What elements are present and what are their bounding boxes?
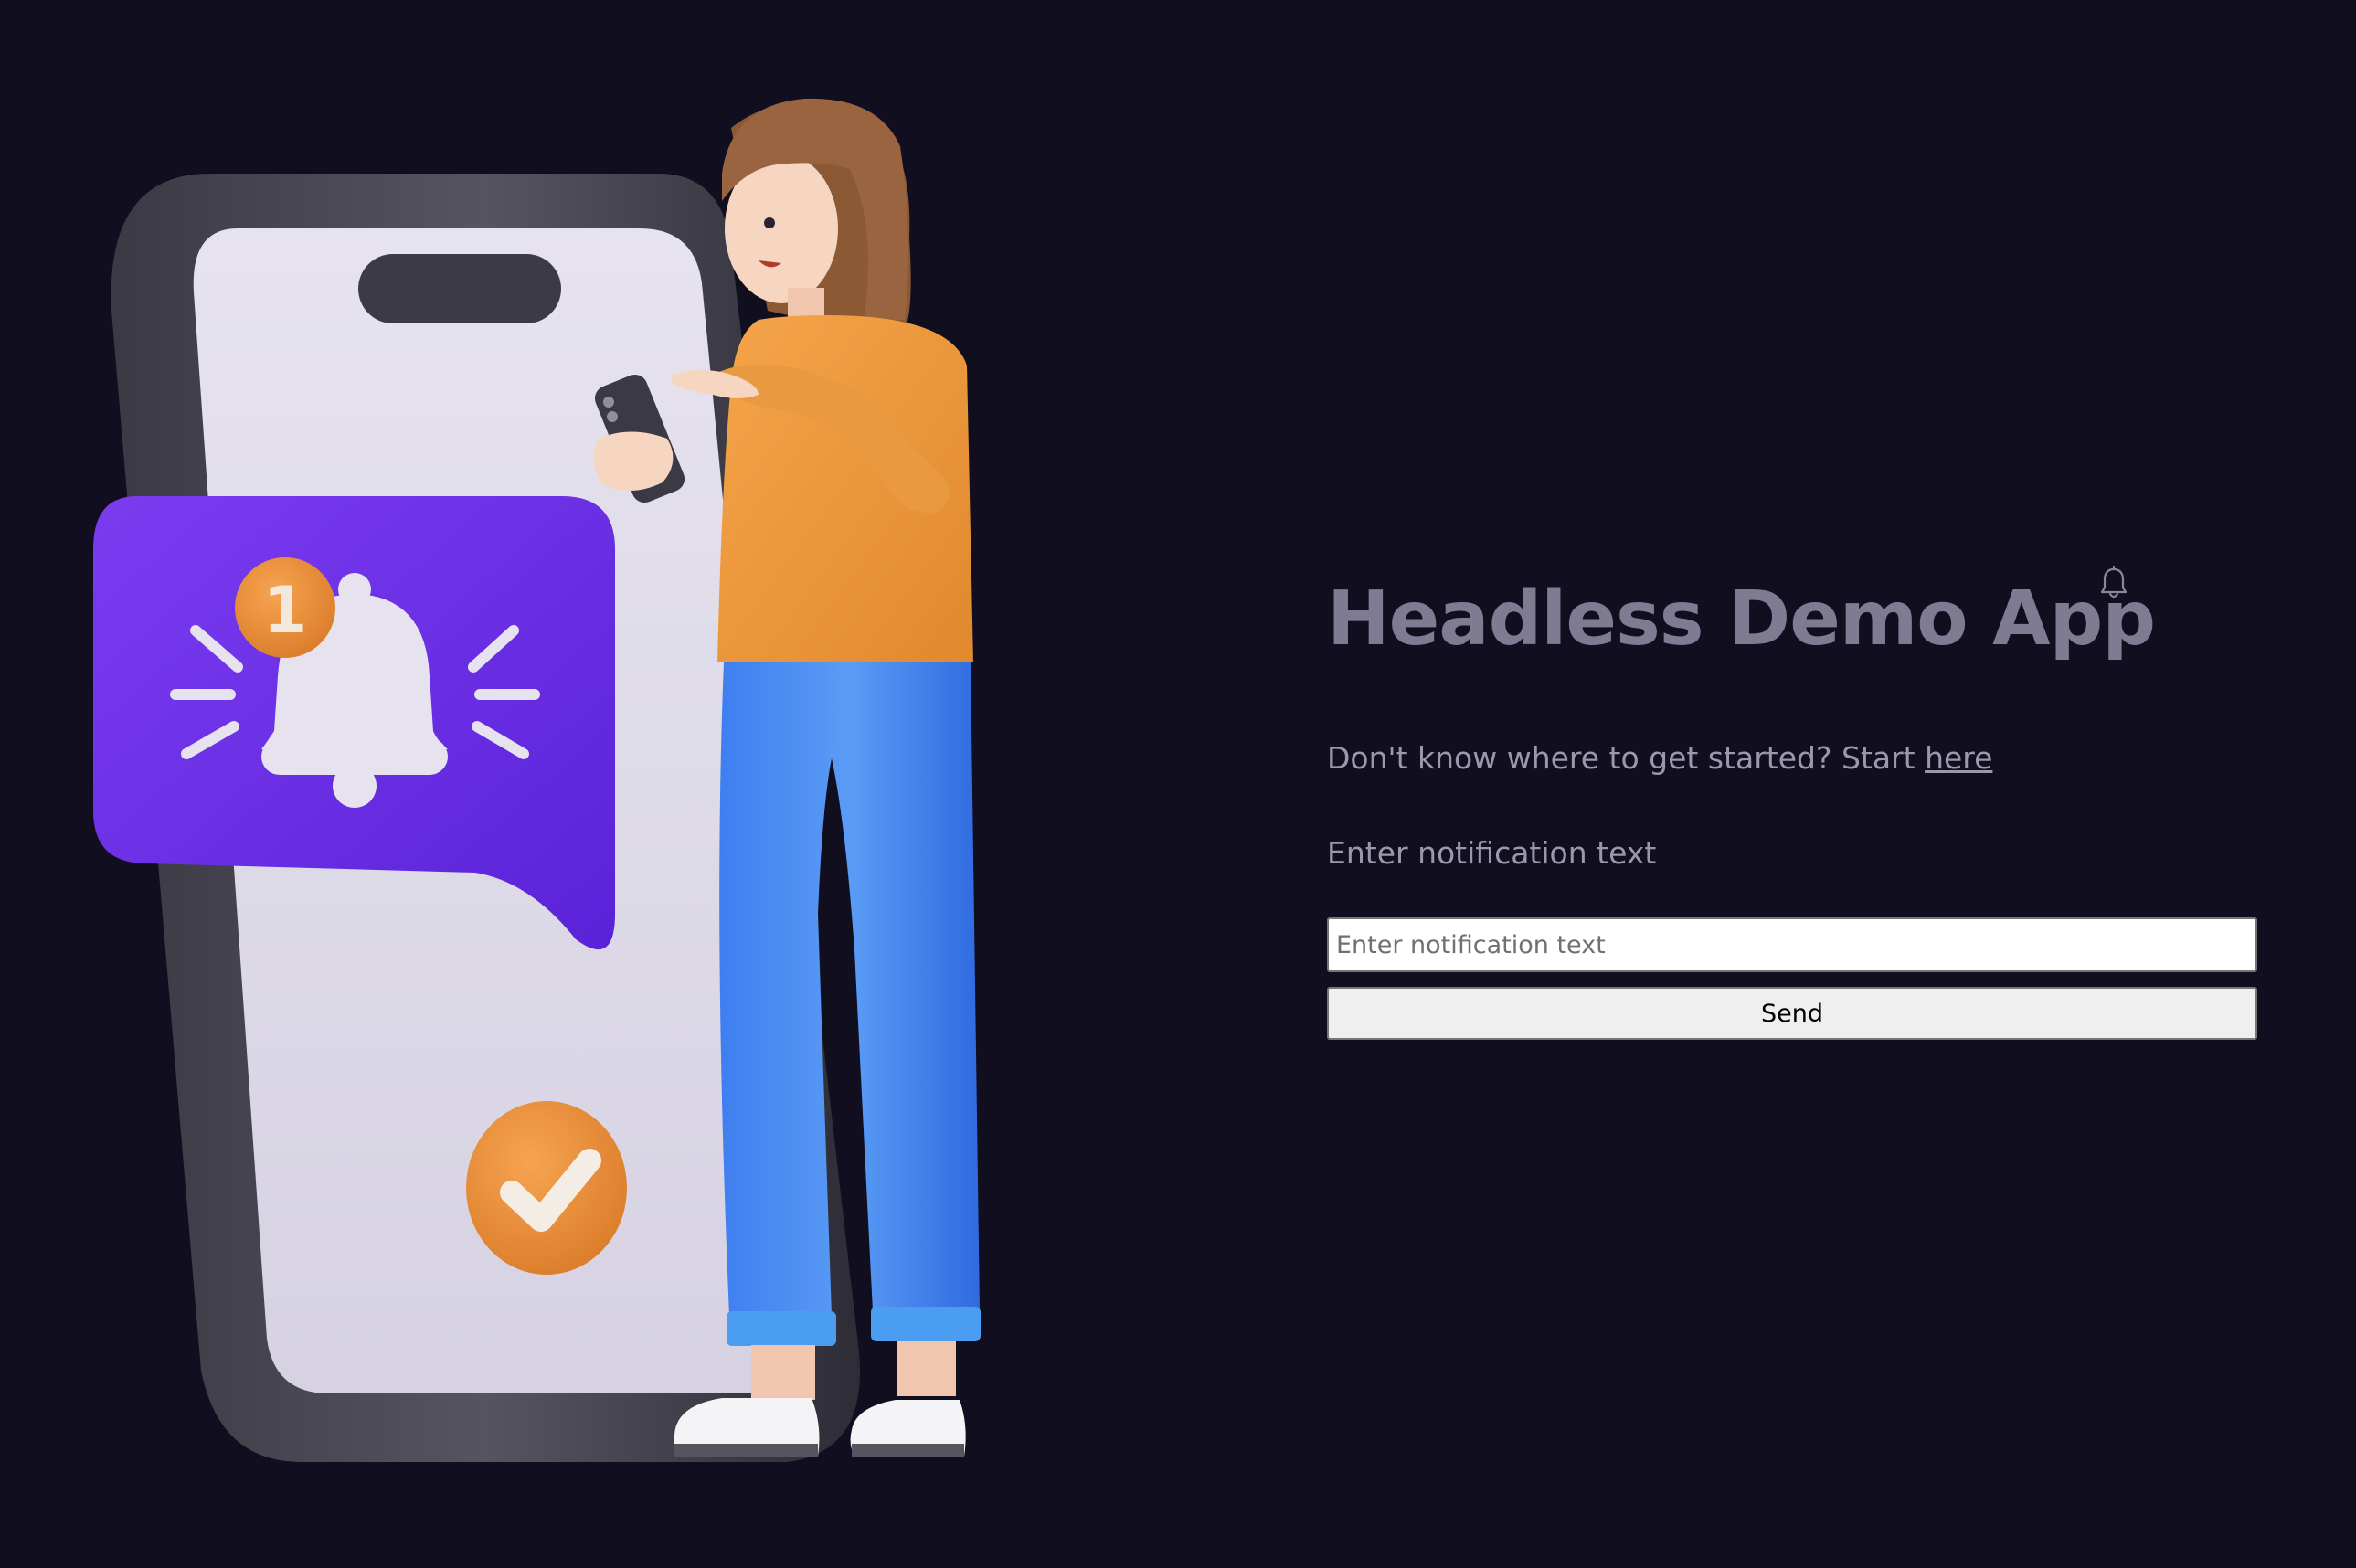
intro-prefix: Don't know where to get started? Start (1327, 740, 1926, 776)
page-title: Headless Demo App (1327, 576, 2156, 662)
hero-illustration: 1 (0, 0, 1279, 1568)
title-row: Headless Demo App (1327, 548, 2257, 694)
notification-text-input[interactable] (1327, 917, 2257, 972)
intro-text: Don't know where to get started? Start h… (1327, 740, 1992, 776)
main-panel: Headless Demo App Don't know where to ge… (1327, 548, 2257, 1040)
badge-count: 1 (263, 573, 308, 648)
check-icon (466, 1101, 627, 1275)
notification-badge: 1 (235, 557, 335, 658)
bell-icon[interactable] (2098, 565, 2129, 601)
send-button[interactable]: Send (1327, 987, 2257, 1040)
start-here-link[interactable]: here (1925, 740, 1992, 776)
notification-text-label: Enter notification text (1327, 835, 1657, 871)
